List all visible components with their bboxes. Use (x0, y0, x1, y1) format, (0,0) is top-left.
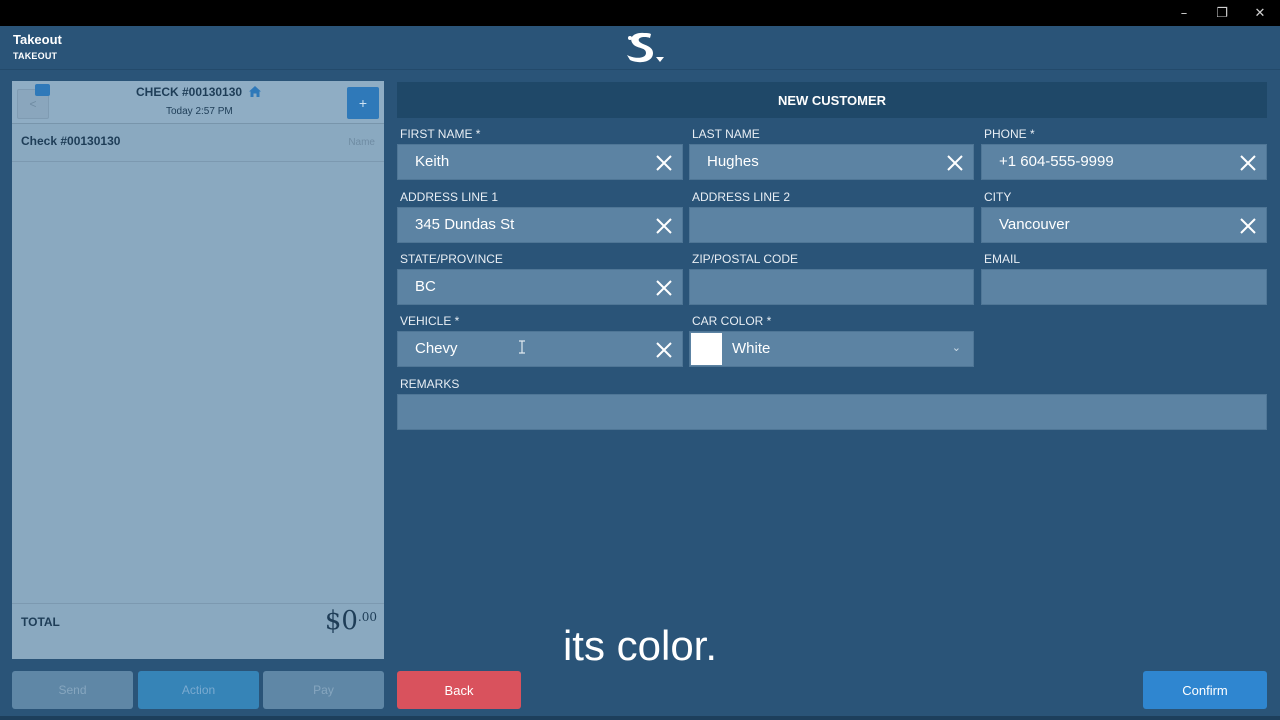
video-caption: its color. (562, 622, 718, 669)
remarks-field[interactable] (397, 394, 1267, 430)
phone-field[interactable]: +1 604-555-9999 (981, 144, 1267, 180)
address2-field[interactable] (689, 207, 974, 243)
last-name-field[interactable]: Hughes (689, 144, 974, 180)
color-swatch (691, 333, 722, 365)
order-type-subtitle: TAKEOUT (13, 51, 58, 61)
phone-label: PHONE * (984, 127, 1035, 141)
zip-label: ZIP/POSTAL CODE (692, 252, 799, 266)
city-value: Vancouver (999, 216, 1070, 233)
restore-button[interactable]: ❐ (1203, 0, 1241, 26)
address1-value: 345 Dundas St (415, 216, 515, 233)
check-header: < CHECK #00130130 Today 2:57 PM + (12, 81, 384, 124)
email-label: EMAIL (984, 252, 1021, 266)
remarks-label: REMARKS (400, 377, 460, 391)
order-type-title: Takeout (13, 32, 62, 47)
back-button[interactable]: Back (397, 671, 521, 709)
chevron-down-icon: ⌄ (951, 342, 961, 354)
window-titlebar: – ❐ ✕ (0, 0, 1280, 26)
check-row-name: Name (348, 137, 375, 148)
action-button[interactable]: Action (138, 671, 259, 709)
check-time: Today 2:57 PM (166, 106, 233, 117)
check-panel: < CHECK #00130130 Today 2:57 PM + Check … (12, 81, 384, 659)
address1-field[interactable]: 345 Dundas St (397, 207, 683, 243)
first-name-value: Keith (415, 153, 450, 170)
last-name-value: Hughes (707, 153, 759, 170)
vehicle-label: VEHICLE * (400, 314, 460, 328)
car-color-value: White (732, 340, 771, 357)
clear-icon[interactable] (654, 340, 674, 360)
add-check-button[interactable]: + (347, 87, 379, 119)
state-label: STATE/PROVINCE (400, 252, 503, 266)
clear-icon[interactable] (1238, 153, 1258, 173)
car-color-label: CAR COLOR * (692, 314, 772, 328)
clear-icon[interactable] (654, 153, 674, 173)
phone-value: +1 604-555-9999 (999, 153, 1114, 170)
vehicle-field[interactable]: Chevy (397, 331, 683, 367)
state-value: BC (415, 278, 436, 295)
form-heading: NEW CUSTOMER (397, 82, 1267, 118)
app-header: Takeout TAKEOUT (0, 26, 1280, 70)
state-field[interactable]: BC (397, 269, 683, 305)
zip-field[interactable] (689, 269, 974, 305)
email-field[interactable] (981, 269, 1267, 305)
check-list-item[interactable]: Check #00130130 Name (12, 124, 384, 162)
pay-button[interactable]: Pay (263, 671, 384, 709)
address2-label: ADDRESS LINE 2 (692, 190, 791, 204)
clear-icon[interactable] (1238, 216, 1258, 236)
s-logo-icon[interactable] (620, 26, 670, 70)
check-title: CHECK #00130130 (136, 85, 243, 99)
city-label: CITY (984, 190, 1012, 204)
send-button[interactable]: Send (12, 671, 133, 709)
check-tag-icon (35, 84, 50, 96)
clear-icon[interactable] (654, 278, 674, 298)
home-icon (249, 86, 261, 97)
first-name-label: FIRST NAME * (400, 127, 481, 141)
city-field[interactable]: Vancouver (981, 207, 1267, 243)
first-name-field[interactable]: Keith (397, 144, 683, 180)
last-name-label: LAST NAME (692, 127, 760, 141)
vehicle-value: Chevy (415, 340, 458, 357)
clear-icon[interactable] (654, 216, 674, 236)
close-window-button[interactable]: ✕ (1241, 0, 1279, 26)
clear-icon[interactable] (945, 153, 965, 173)
check-row-label: Check #00130130 (21, 134, 121, 148)
address1-label: ADDRESS LINE 1 (400, 190, 499, 204)
car-color-dropdown[interactable]: White ⌄ (689, 331, 974, 367)
text-cursor-icon (519, 340, 525, 354)
minimize-button[interactable]: – (1165, 0, 1203, 26)
confirm-button[interactable]: Confirm (1143, 671, 1267, 709)
bottom-strip (0, 716, 1280, 720)
